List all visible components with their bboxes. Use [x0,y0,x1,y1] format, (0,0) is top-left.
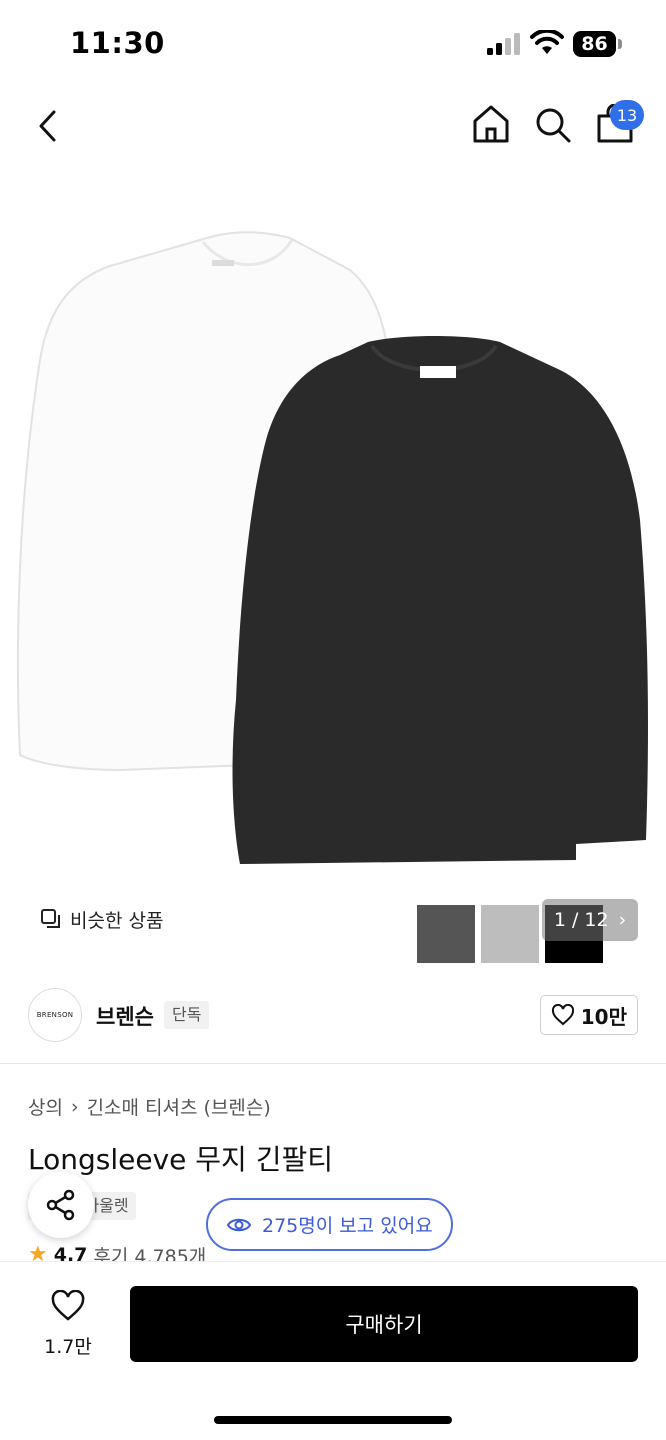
cart-count-badge: 13 [610,100,644,130]
brand-name[interactable]: 브렌슨 [96,1001,154,1031]
viewers-badge: 275명이 보고 있어요 [206,1198,453,1251]
brand-logo[interactable]: BRENSON [28,988,82,1042]
home-icon[interactable] [472,104,510,144]
breadcrumb-category[interactable]: 상의 [28,1093,63,1120]
back-icon[interactable] [36,108,60,144]
signal-icon [487,33,520,55]
home-indicator [214,1416,452,1424]
product-photo [16,231,648,864]
exclusive-tag: 단독 [164,1001,210,1029]
viewers-text: 275명이 보고 있어요 [262,1215,433,1237]
buy-button[interactable]: 구매하기 [130,1286,638,1362]
status-bar: 11:30 86 [0,0,666,88]
heart-icon [551,1004,574,1026]
breadcrumb: 상의 › 긴소매 티셔츠 (브렌슨) [28,1093,271,1120]
page-indicator: 1 / 12 [553,909,609,931]
brand-like-button[interactable]: 10만 [539,995,638,1035]
similar-products-button[interactable]: 비슷한 상품 [28,898,176,940]
breadcrumb-subcategory[interactable]: 긴소매 티셔츠 (브렌슨) [87,1093,271,1120]
heart-icon [51,1289,85,1321]
wishlist-button[interactable]: 1.7만 [30,1289,106,1359]
thumbnail-light[interactable] [481,905,539,963]
share-icon [46,1189,75,1221]
search-icon[interactable] [534,106,572,144]
share-button[interactable] [28,1172,94,1238]
chevron-right-icon: › [618,909,627,931]
brand-like-count: 10만 [580,1004,627,1029]
battery-icon: 86 [573,31,623,57]
similar-products-label: 비슷한 상품 [70,909,164,932]
bottom-action-bar: 1.7만 구매하기 [0,1262,666,1440]
top-nav: 13 [0,88,666,164]
battery-level: 86 [573,31,616,57]
chevron-right-icon: › [70,1095,79,1118]
brand-row: BRENSON 브렌슨 단독 10만 [0,966,666,1064]
similar-icon [41,909,60,928]
wifi-icon [530,30,564,54]
eye-icon [226,1218,252,1231]
status-time: 11:30 [70,26,165,60]
wishlist-count: 1.7만 [44,1336,92,1358]
gallery-pager[interactable]: 1 / 12 › [542,899,638,941]
product-title: Longsleeve 무지 긴팔티 [28,1143,333,1176]
thumbnail-gray[interactable] [417,905,475,963]
